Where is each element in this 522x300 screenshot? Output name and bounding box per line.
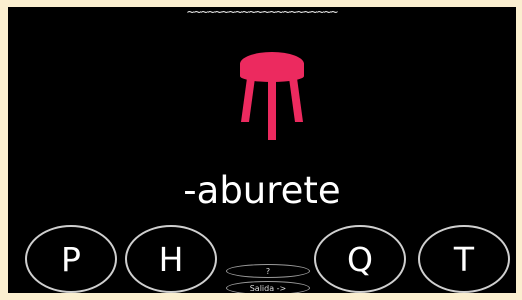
game-board: ~~~~~~~~~~~~~~~~~~~~~~ -aburete P H Q T …	[8, 7, 516, 293]
choice-button-t[interactable]: T	[418, 225, 510, 293]
choice-button-h[interactable]: H	[125, 225, 217, 293]
exit-label: Salida ->	[249, 283, 287, 293]
help-label: ?	[265, 266, 271, 276]
choice-label: T	[453, 239, 475, 279]
choice-label: P	[61, 239, 81, 279]
top-decoration: ~~~~~~~~~~~~~~~~~~~~~~	[186, 7, 338, 20]
target-word: -aburete	[183, 169, 341, 212]
choice-label: Q	[347, 239, 373, 279]
choice-label: H	[158, 239, 184, 279]
stool-icon	[240, 52, 304, 140]
choice-button-p[interactable]: P	[25, 225, 117, 293]
choice-button-q[interactable]: Q	[314, 225, 406, 293]
help-button[interactable]: ?	[226, 264, 310, 278]
exit-button[interactable]: Salida ->	[226, 281, 310, 293]
